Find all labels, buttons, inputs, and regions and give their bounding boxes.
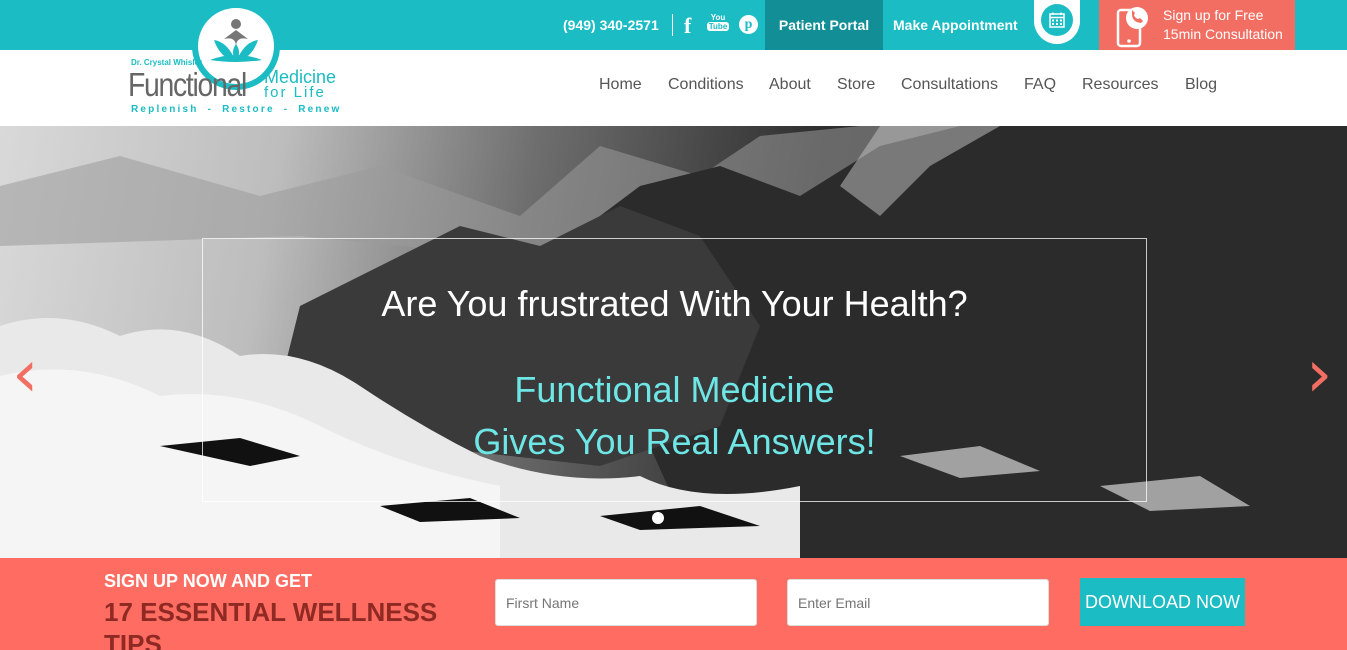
phone-number[interactable]: (949) 340-2571 bbox=[563, 17, 659, 33]
nav-store[interactable]: Store bbox=[837, 76, 875, 94]
email-field[interactable] bbox=[787, 579, 1049, 626]
nav-faq[interactable]: FAQ bbox=[1024, 76, 1056, 94]
slide-indicator-dot[interactable] bbox=[652, 512, 664, 524]
nav-resources[interactable]: Resources bbox=[1082, 76, 1158, 94]
nav-consultations[interactable]: Consultations bbox=[901, 76, 998, 94]
logo-word-functional: Functional bbox=[128, 66, 247, 103]
hero-slider: Are You frustrated With Your Health? Fun… bbox=[0, 126, 1347, 558]
phone-chat-icon bbox=[1116, 7, 1148, 48]
first-name-field[interactable] bbox=[495, 579, 757, 626]
patient-portal-button[interactable]: Patient Portal bbox=[765, 0, 883, 50]
signup-heading: SIGN UP NOW AND GET bbox=[104, 571, 313, 591]
hero-caption-box: Are You frustrated With Your Health? Fun… bbox=[202, 238, 1147, 502]
hero-subheadline-2: Gives You Real Answers! bbox=[473, 421, 876, 462]
signup-subheading: 17 ESSENTIAL WELLNESS TIPS bbox=[104, 597, 438, 650]
nav-about[interactable]: About bbox=[769, 76, 811, 94]
newsletter-signup-bar: SIGN UP NOW AND GET 17 ESSENTIAL WELLNES… bbox=[0, 558, 1347, 650]
download-now-button[interactable]: DOWNLOAD NOW bbox=[1080, 578, 1245, 626]
lotus-icon bbox=[210, 19, 262, 62]
signup-line-2: 15min Consultation bbox=[1163, 26, 1283, 42]
pinterest-icon[interactable]: p bbox=[739, 15, 758, 34]
nav-conditions[interactable]: Conditions bbox=[668, 76, 744, 94]
hero-subheadline-1: Functional Medicine bbox=[514, 369, 835, 410]
next-slide-arrow[interactable]: › bbox=[1306, 341, 1332, 407]
calendar-icon bbox=[1041, 4, 1073, 36]
divider bbox=[672, 14, 673, 36]
logo-tagline: Replenish - Restore - Renew bbox=[131, 104, 342, 115]
logo-word-forlife: for Life bbox=[264, 84, 326, 101]
signup-line-1: Sign up for Free bbox=[1163, 7, 1264, 23]
calendar-button[interactable] bbox=[1034, 0, 1080, 44]
prev-slide-arrow[interactable]: ‹ bbox=[12, 341, 38, 407]
nav-blog[interactable]: Blog bbox=[1185, 76, 1217, 94]
free-consultation-button[interactable]: Sign up for Free 15min Consultation bbox=[1099, 0, 1295, 50]
youtube-icon-top: You bbox=[710, 13, 726, 22]
youtube-icon[interactable]: You Tube bbox=[706, 13, 730, 31]
facebook-icon[interactable]: f bbox=[684, 13, 691, 39]
nav-home[interactable]: Home bbox=[599, 76, 642, 94]
youtube-icon-bottom: Tube bbox=[706, 22, 730, 31]
hero-headline: Are You frustrated With Your Health? bbox=[381, 283, 968, 324]
make-appointment-link[interactable]: Make Appointment bbox=[893, 17, 1018, 33]
